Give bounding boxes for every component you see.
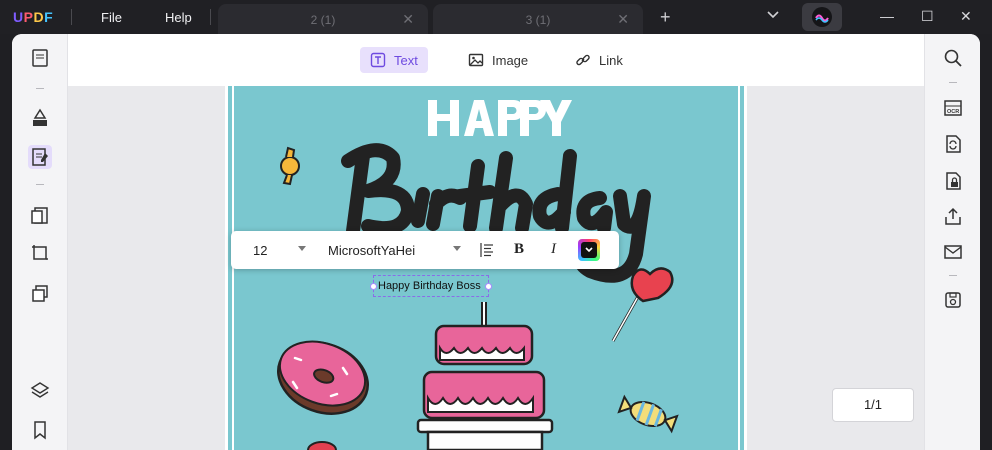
close-icon[interactable]: ✕ (617, 11, 629, 28)
text-tool-button[interactable]: Text (360, 47, 428, 73)
app-logo: UPDF (13, 9, 54, 25)
link-tool-label: Link (599, 52, 623, 68)
save-icon[interactable] (941, 288, 965, 312)
selected-text-box[interactable]: Happy Birthday Boss (370, 275, 492, 297)
svg-text:OCR: OCR (947, 109, 959, 115)
share-icon[interactable] (941, 205, 965, 229)
left-toolbar (12, 34, 68, 450)
bold-button[interactable]: B (514, 241, 524, 258)
align-left-icon[interactable] (479, 242, 495, 258)
divider (36, 88, 44, 89)
mail-icon[interactable] (941, 240, 965, 264)
resize-handle-left[interactable] (370, 283, 377, 290)
image-tool-button[interactable]: Image (458, 47, 538, 73)
menu-file[interactable]: File (101, 10, 122, 25)
tab-label: 2 (1) (310, 13, 336, 27)
close-icon[interactable]: ✕ (402, 11, 414, 28)
document-canvas: Text Image Link 12 MicrosoftYaHei B I Ha… (68, 34, 977, 450)
bookmark-icon[interactable] (28, 418, 52, 442)
page-indicator[interactable]: 1/1 (832, 388, 914, 422)
menu-help[interactable]: Help (165, 10, 192, 25)
link-icon (576, 54, 590, 66)
divider (210, 9, 211, 25)
organize-pages-icon[interactable] (28, 203, 52, 227)
convert-file-icon[interactable] (941, 132, 965, 156)
tab-2[interactable]: 2 (1) ✕ (218, 4, 428, 34)
maximize-button[interactable]: ☐ (921, 8, 934, 25)
ocr-icon[interactable]: OCR (941, 96, 965, 120)
edit-pdf-icon[interactable] (28, 145, 52, 169)
resize-handle-right[interactable] (485, 283, 492, 290)
image-tool-label: Image (492, 52, 529, 68)
protect-icon[interactable] (941, 169, 965, 193)
new-tab-button[interactable]: + (660, 7, 671, 28)
text-format-bar: 12 MicrosoftYaHei B I (231, 231, 619, 269)
divider (949, 82, 957, 83)
divider (949, 275, 957, 276)
layers-icon[interactable] (28, 378, 52, 402)
link-tool-button[interactable]: Link (565, 47, 633, 73)
reader-icon[interactable] (28, 46, 52, 70)
crop-icon[interactable] (28, 241, 52, 265)
edit-toolbar: Text Image Link (68, 34, 924, 86)
divider (36, 184, 44, 185)
search-icon[interactable] (941, 46, 965, 70)
italic-button[interactable]: I (551, 241, 556, 258)
text-icon (370, 52, 386, 68)
app-window: Text Image Link 12 MicrosoftYaHei B I Ha… (12, 34, 980, 450)
minimize-button[interactable]: — (880, 8, 894, 24)
tab-3[interactable]: 3 (1) ✕ (433, 4, 643, 34)
text-tool-label: Text (394, 52, 418, 68)
title-bar: UPDF File Help 2 (1) ✕ 3 (1) ✕ + — ☐ ✕ (0, 0, 992, 34)
chevron-down-icon[interactable] (298, 246, 306, 251)
convert-icon[interactable] (28, 281, 52, 305)
text-box-content[interactable]: Happy Birthday Boss (378, 280, 481, 292)
image-icon (468, 53, 484, 67)
text-color-button[interactable] (578, 239, 600, 261)
font-size-select[interactable]: 12 (253, 243, 267, 258)
right-toolbar: OCR (924, 34, 980, 450)
avatar[interactable] (802, 3, 842, 31)
tab-label: 3 (1) (525, 13, 551, 27)
font-family-select[interactable]: MicrosoftYaHei (328, 243, 415, 258)
comment-icon[interactable] (28, 106, 52, 130)
chevron-down-icon[interactable] (453, 246, 461, 251)
close-window-button[interactable]: ✕ (960, 8, 972, 25)
chevron-down-icon[interactable] (766, 10, 780, 20)
divider (71, 9, 72, 25)
